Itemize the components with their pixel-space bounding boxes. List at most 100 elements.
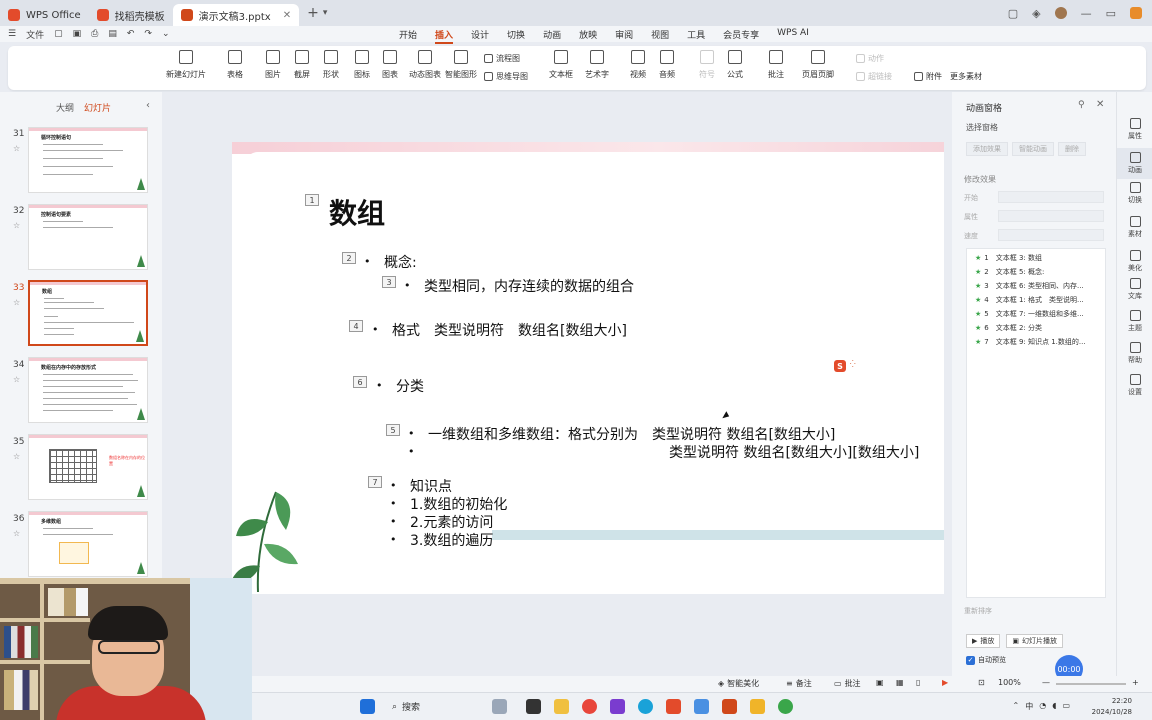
zoom-in-icon[interactable]: + [1132,678,1139,687]
menu-icon[interactable]: ☰ [8,29,16,39]
rail-library[interactable]: 文库 [1117,278,1152,301]
notes-button[interactable]: ≡ 备注 [786,678,812,689]
windows-start-icon[interactable] [360,699,375,714]
edge-icon[interactable] [638,699,653,714]
clock[interactable]: 22:20 2024/10/28 [1092,696,1132,718]
chrome-icon[interactable] [582,699,597,714]
rail-property[interactable]: 属性 [1117,118,1152,141]
menu-tab[interactable]: 视图 [642,28,678,41]
animation-tag[interactable]: 5 [386,424,400,436]
animation-item[interactable]: ★ 5 文本框 7: 一维数组和多维... [975,309,1084,319]
close-icon[interactable]: ✕ [1096,99,1104,110]
wifi-icon[interactable]: ◔ [1039,701,1046,712]
knowledge-text[interactable]: 知识点 [410,476,452,496]
animation-tag[interactable]: 4 [349,320,363,332]
menu-tab[interactable]: 切换 [498,28,534,41]
undo-icon[interactable]: ↶ [127,29,135,39]
formula-button[interactable]: 公式 [727,50,743,80]
wps-writer-icon[interactable] [722,699,737,714]
menu-tab[interactable]: 开始 [390,28,426,41]
close-tab-icon[interactable]: ✕ [283,10,291,21]
taskbar-search[interactable]: ⌕ 搜索 [392,700,420,714]
smart-animation-button[interactable]: 智能动画 [1012,142,1054,156]
slide-thumbnail-32[interactable]: 控制语句要素 [28,204,148,270]
ai-sparkle-icon[interactable]: ⁛ [850,360,856,368]
save-icon[interactable]: ▣ [73,29,82,39]
comment-button[interactable]: 批注 [768,50,784,80]
menu-tab[interactable]: 审阅 [606,28,642,41]
collapse-panel-icon[interactable]: ‹ [146,100,150,111]
concept-detail-text[interactable]: 类型相同，内存连续的数据的组合 [424,276,634,296]
file-menu[interactable]: 文件 [26,28,44,41]
wps-badge-icon[interactable]: S [834,360,846,372]
slideshow-button[interactable]: ▣ 幻灯片播放 [1006,634,1064,648]
print-icon[interactable]: ⎙ [91,29,98,39]
menu-tab[interactable]: 放映 [570,28,606,41]
folder-icon[interactable] [750,699,765,714]
knowledge-item-2[interactable]: 2.元素的访问 [410,512,493,532]
slide-title[interactable]: 数组 [329,192,385,232]
animation-tag[interactable]: 3 [382,276,396,288]
tab-slides[interactable]: 幻灯片 [84,101,111,114]
open-icon[interactable]: ▢ [54,29,63,39]
smart-beautify-button[interactable]: ◈ 智能美化 [718,678,759,689]
category-text[interactable]: 分类 [396,376,424,396]
slide-thumbnail-34[interactable]: 数组在内存中的存放形式 [28,357,148,423]
new-tab-button[interactable]: + [307,5,319,21]
slideshow-view-icon[interactable]: ▶ [942,678,948,687]
window-icon[interactable]: ▢ [1008,7,1018,20]
rail-theme[interactable]: 主题 [1117,310,1152,333]
animation-tag[interactable]: 1 [305,194,319,206]
screenshot-button[interactable]: 截屏 [294,50,310,80]
picture-button[interactable]: 图片 [265,50,281,80]
hyperlink-button[interactable]: 超链接 [856,71,892,82]
animation-item[interactable]: ★ 7 文本框 9: 知识点 1.数组的... [975,337,1086,347]
rail-transition[interactable]: 切换 [1117,182,1152,205]
slide-thumbnail-35[interactable]: 数组名称在内存的位置 [28,434,148,500]
animation-tag[interactable]: 2 [342,252,356,264]
textbox-button[interactable]: 文本框 [549,50,573,80]
skin-icon[interactable]: ◈ [1032,7,1040,20]
browser-icon[interactable] [778,699,793,714]
explorer-icon[interactable] [554,699,569,714]
animation-tag[interactable]: 6 [353,376,367,388]
avatar[interactable] [1054,7,1067,19]
video-button[interactable]: 视频 [630,50,646,80]
speed-select[interactable] [998,229,1104,241]
format-text[interactable]: 格式 类型说明符 数组名[数组大小] [392,320,627,340]
attachment-button[interactable]: 附件 [914,71,942,82]
flowchart-button[interactable]: 流程图 [484,53,520,64]
rail-animation[interactable]: 动画 [1117,148,1152,179]
knowledge-item-1[interactable]: 1.数组的初始化 [410,494,507,514]
more-material-button[interactable]: 更多素材 [950,71,982,82]
rail-settings[interactable]: 设置 [1117,374,1152,397]
zoom-level[interactable]: 100% [998,678,1021,687]
tab-template[interactable]: 找稻壳模板 [89,4,173,26]
zoom-slider[interactable] [1056,683,1126,685]
wordart-button[interactable]: 艺术字 [585,50,609,80]
menu-tab[interactable]: 会员专享 [714,28,768,41]
select-pane-link[interactable]: 选择窗格 [966,122,998,133]
slide-thumbnail-33[interactable]: 数组 [28,280,148,346]
chevron-up-icon[interactable]: ⌃ [1013,701,1020,712]
shape-button[interactable]: 形状 [323,50,339,80]
animation-item[interactable]: ★ 6 文本框 2: 分类 [975,323,1042,333]
slide-thumbnail-36[interactable]: 多维数组 [28,511,148,577]
category-detail-text-1[interactable]: 一维数组和多维数组：格式分别为 类型说明符 数组名[数组大小] [428,424,835,444]
header-footer-button[interactable]: 页眉页脚 [802,50,834,80]
menu-tab[interactable]: WPS AI [768,28,818,41]
animation-item[interactable]: ★ 3 文本框 6: 类型相同、内存... [975,281,1084,291]
chart-button[interactable]: 图表 [382,50,398,80]
dynamic-chart-button[interactable]: 动态图表 [409,50,441,80]
auto-preview-checkbox[interactable]: ✓ 自动预览 [966,655,1006,665]
preview-icon[interactable]: ▤ [108,29,117,39]
zoom-out-icon[interactable]: — [1042,678,1050,687]
tab-presentation[interactable]: 演示文稿3.pptx ✕ [172,4,300,26]
start-select[interactable] [998,191,1104,203]
battery-icon[interactable]: ▭ [1062,701,1070,712]
animation-tag[interactable]: 7 [368,476,382,488]
rail-material[interactable]: 素材 [1117,216,1152,239]
delete-button[interactable]: 删除 [1058,142,1086,156]
smart-graphic-button[interactable]: 智能图形 [445,50,477,80]
rail-beautify[interactable]: 美化 [1117,250,1152,273]
